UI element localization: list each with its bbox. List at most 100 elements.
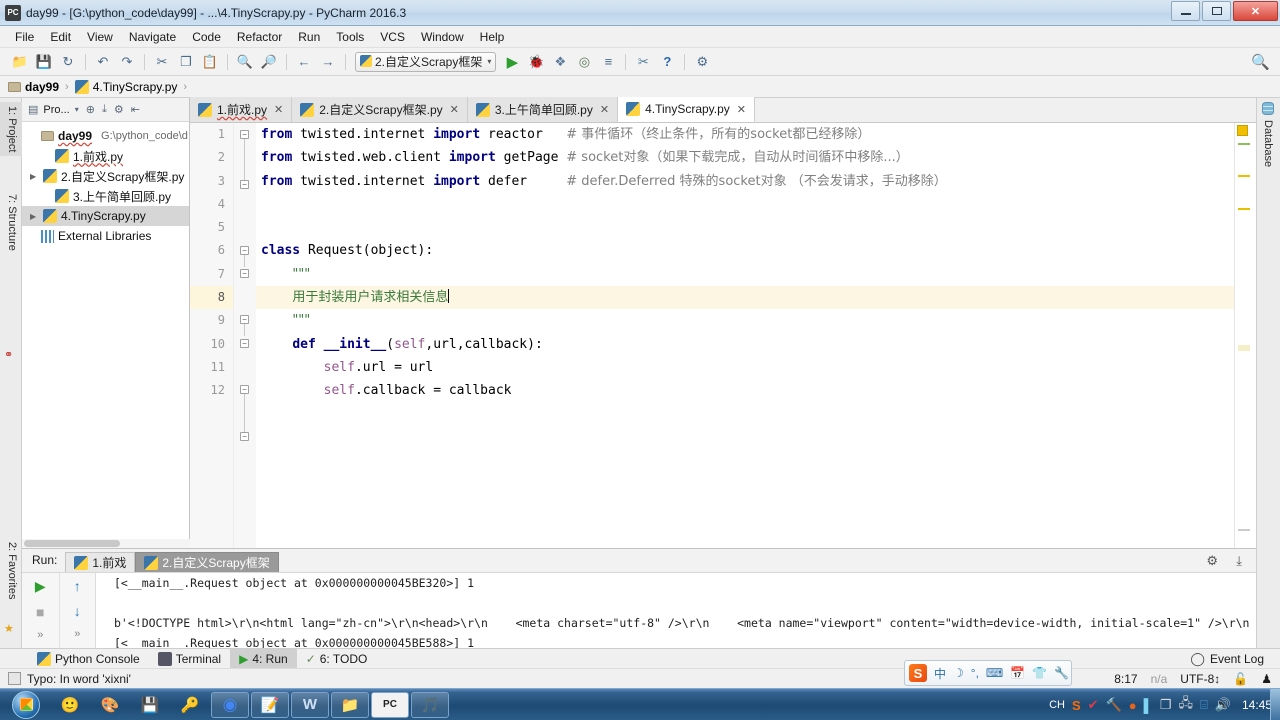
debug-icon[interactable]: 🐞	[525, 51, 547, 73]
tree-item-4-tinyscrapy[interactable]: ▶ 4.TinyScrapy.py	[22, 206, 189, 226]
lock-icon[interactable]: 🔓	[1233, 672, 1248, 686]
copy-icon[interactable]: ❐	[175, 51, 197, 73]
menu-vcs[interactable]: VCS	[373, 27, 412, 47]
fold-marker[interactable]: −	[240, 180, 249, 189]
taskbar-chrome-icon[interactable]: ◉	[211, 691, 249, 718]
chevron-down-icon[interactable]: ▾	[487, 57, 491, 66]
fold-marker[interactable]: −	[240, 339, 249, 348]
tray-tool-icon[interactable]: 🔨	[1106, 697, 1122, 713]
taskbar-save-icon[interactable]: 💾	[131, 692, 169, 718]
taskbar-editor-icon[interactable]: 📝	[251, 691, 289, 718]
project-panel-hscrollbar[interactable]	[22, 539, 190, 548]
menu-file[interactable]: File	[8, 27, 41, 47]
close-icon[interactable]: ✕	[600, 103, 609, 116]
breadcrumb-item-project[interactable]: day99	[8, 80, 59, 94]
tree-item-external-libraries[interactable]: External Libraries	[22, 226, 189, 246]
save-all-icon[interactable]: 💾	[33, 51, 55, 73]
tray-sogou-icon[interactable]: S	[1072, 698, 1081, 713]
event-log-button[interactable]: ◯ Event Log	[1190, 651, 1264, 667]
project-panel-title[interactable]: Pro...	[43, 104, 69, 116]
tree-twisty[interactable]: ▶	[30, 172, 39, 181]
run-tab-2[interactable]: 2.自定义Scrapy框架	[135, 552, 279, 572]
marker-stripe[interactable]	[1238, 529, 1250, 531]
run-tab-1[interactable]: 1.前戏	[65, 552, 136, 572]
calendar-icon[interactable]: 📅	[1010, 666, 1025, 680]
gear-icon[interactable]: ⚙	[112, 103, 126, 116]
menu-refactor[interactable]: Refactor	[230, 27, 289, 47]
editor-marker-bar[interactable]	[1234, 123, 1256, 548]
close-icon[interactable]: ✕	[274, 103, 283, 116]
taskbar-word-icon[interactable]: W	[291, 691, 329, 718]
scroll-up-button[interactable]: ↑	[74, 578, 81, 594]
fold-marker[interactable]: −	[240, 432, 249, 441]
maximize-button[interactable]	[1202, 1, 1231, 21]
fold-marker[interactable]: −	[240, 269, 249, 278]
menu-view[interactable]: View	[80, 27, 120, 47]
tray-network-icon[interactable]: 🖧	[1178, 694, 1193, 716]
bottom-tab-run[interactable]: ▶ 4: Run	[230, 648, 297, 669]
chinese-mode-icon[interactable]: 中	[934, 665, 946, 682]
chevron-down-icon[interactable]: ▾	[73, 105, 81, 114]
back-icon[interactable]: ←	[293, 51, 315, 73]
soft-keyboard-icon[interactable]: ⌨	[986, 666, 1003, 680]
run-icon[interactable]: ▶	[501, 51, 523, 73]
attach-icon[interactable]: ✂	[632, 51, 654, 73]
taskbar-key-icon[interactable]: 🔑	[171, 692, 209, 718]
collapse-all-icon[interactable]: ⤓	[100, 103, 109, 116]
moon-icon[interactable]: ☽	[953, 666, 964, 680]
marker-stripe[interactable]	[1238, 143, 1250, 145]
editor-tab-4[interactable]: 4.TinyScrapy.py ✕	[618, 97, 756, 122]
punctuation-icon[interactable]: °,	[971, 666, 979, 680]
profile-icon[interactable]: ◎	[573, 51, 595, 73]
inspection-status-icon[interactable]	[1237, 125, 1248, 136]
code-text[interactable]: from twisted.internet import reactor # 事…	[256, 123, 1234, 548]
sidebar-item-structure[interactable]: 7: Structure	[0, 190, 22, 255]
marker-stripe[interactable]	[1238, 175, 1250, 177]
sogou-logo-icon[interactable]: S	[909, 664, 927, 682]
tree-twisty[interactable]: ▶	[30, 212, 39, 221]
tray-excel-icon[interactable]: ⌸	[1200, 697, 1208, 713]
show-desktop-button[interactable]	[1270, 689, 1280, 720]
taskbar-pycharm-icon[interactable]: PC	[371, 691, 409, 718]
expand-right-button[interactable]: »	[74, 628, 80, 640]
export-icon[interactable]: ⤓	[1236, 553, 1242, 569]
editor-tab-1[interactable]: 1.前戏.py ✕	[190, 97, 293, 122]
marker-stripe[interactable]	[1238, 345, 1250, 351]
breadcrumb-item-file[interactable]: 4.TinyScrapy.py	[74, 79, 177, 94]
project-view-icon[interactable]: ▤	[26, 103, 40, 116]
code-editor[interactable]: 1 2 3 4 5 6 7 8 9 10 11 12 − − − − − − −…	[190, 123, 1234, 548]
skin-icon[interactable]: 👕	[1032, 666, 1047, 680]
tools-icon[interactable]: 🔧	[1054, 666, 1069, 680]
marker-stripe[interactable]	[1238, 208, 1250, 210]
fold-marker[interactable]: −	[240, 315, 249, 324]
encoding-selector[interactable]: UTF-8↕	[1180, 672, 1220, 686]
run-configuration-selector[interactable]: 2.自定义Scrapy框架 ▾	[355, 51, 497, 72]
tray-language-icon[interactable]: CH	[1049, 699, 1065, 711]
fold-marker[interactable]: −	[240, 246, 249, 255]
taskbar-pidgin-icon[interactable]: 🙂	[51, 692, 89, 718]
undo-icon[interactable]: ↶	[92, 51, 114, 73]
menu-run[interactable]: Run	[291, 27, 327, 47]
tree-item-day99[interactable]: day99 G:\python_code\d	[22, 126, 189, 146]
close-icon[interactable]: ✕	[450, 103, 459, 116]
run-console-output[interactable]: [<__main__.Request object at 0x000000000…	[96, 573, 1256, 649]
close-button[interactable]: ✕	[1233, 1, 1278, 21]
menu-window[interactable]: Window	[414, 27, 471, 47]
bottom-tab-todo[interactable]: ✓ 6: TODO	[297, 649, 377, 669]
gear-icon[interactable]: ⚙	[1206, 553, 1218, 569]
tree-item-1-qianxi[interactable]: 1.前戏.py	[22, 146, 189, 166]
help-icon[interactable]: ?	[656, 51, 678, 73]
minimize-button[interactable]	[1171, 1, 1200, 21]
start-button[interactable]	[2, 690, 50, 720]
fold-marker[interactable]: −	[240, 385, 249, 394]
menu-edit[interactable]: Edit	[43, 27, 78, 47]
editor-fold-column[interactable]: − − − − − − − −	[234, 123, 256, 548]
bottom-tab-python-console[interactable]: Python Console	[28, 649, 149, 669]
search-everywhere-icon[interactable]: 🔍	[1251, 53, 1270, 71]
tray-antivirus-icon[interactable]: ✔	[1088, 697, 1099, 713]
menu-navigate[interactable]: Navigate	[122, 27, 183, 47]
paste-icon[interactable]: 📋	[199, 51, 221, 73]
sidebar-item-project[interactable]: 1: Project	[0, 102, 22, 157]
tree-item-3-review[interactable]: 3.上午简单回顾.py	[22, 186, 189, 206]
tray-volume-icon[interactable]: 🔊	[1215, 697, 1231, 713]
